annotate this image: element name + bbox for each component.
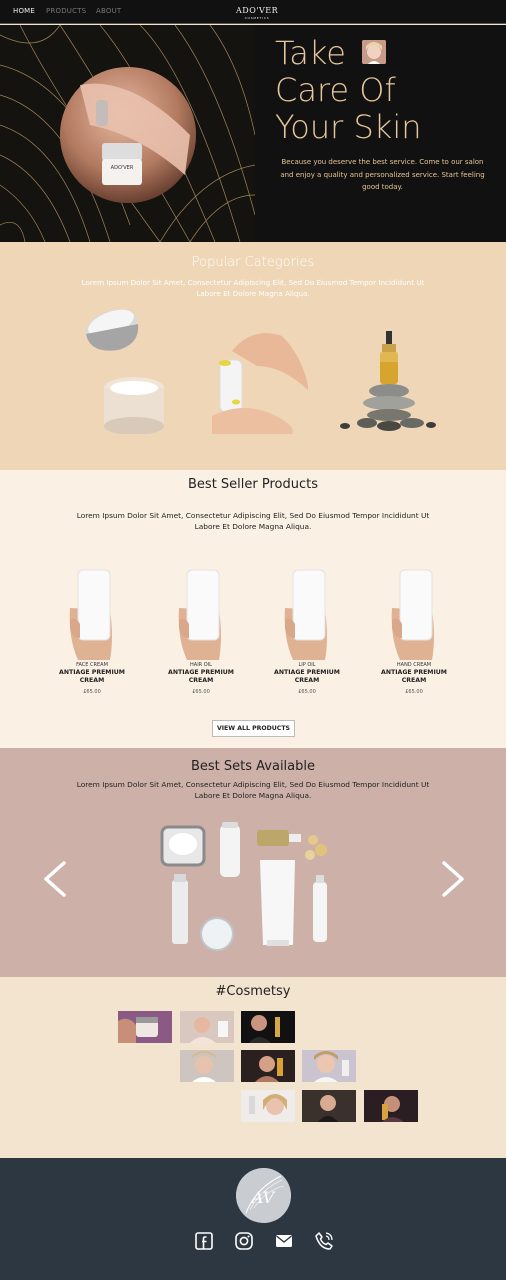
nav-products-link[interactable]: PRODUCTS [46,7,86,15]
product-category: HAIR OIL [190,662,212,668]
gallery-thumbnail[interactable] [364,1090,418,1122]
product-price: £65.00 [83,689,101,695]
model-avatar [362,40,386,64]
product-card[interactable]: FACE CREAM ANTIAGE PREMIUM CREAM £65.00 [58,568,126,695]
cosmetsy-title: #Cosmetsy [215,984,291,999]
top-nav: HOME PRODUCTS ABOUT ADO'VER COSMETICS [0,0,506,24]
chevron-right-icon[interactable] [438,860,468,898]
product-image [284,569,327,660]
instagram-icon[interactable] [234,1231,254,1251]
footer-logo-monogram: AV [250,1188,276,1207]
product-category: FACE CREAM [76,662,108,668]
product-name[interactable]: ANTIAGE PREMIUM CREAM [167,669,235,685]
hero-title-line2: Care Of [275,71,396,109]
product-image [69,569,112,660]
nav-home-link[interactable]: HOME [13,7,35,15]
product-card[interactable]: HAND CREAM ANTIAGE PREMIUM CREAM £65.00 [380,568,448,695]
popular-categories-title: Popular Categories [191,255,315,270]
product-name[interactable]: ANTIAGE PREMIUM CREAM [380,669,448,685]
product-category: LIP OIL [298,662,316,668]
brand-logo[interactable]: ADO'VER COSMETICS [236,6,278,20]
product-price: £65.00 [405,689,423,695]
product-name-line2: CREAM [188,677,214,684]
chevron-left-icon[interactable] [40,860,70,898]
hero-title-line1: Take [275,34,346,72]
product-name-line1: ANTIAGE PREMIUM [274,669,340,676]
best-sets-section: Best Sets Available Lorem Ipsum Dolor Si… [0,748,506,977]
cosmetic-set-image [160,822,327,951]
gallery-thumbnail[interactable] [241,1090,295,1122]
footer: AV [0,1158,506,1280]
product-card[interactable]: HAIR OIL ANTIAGE PREMIUM CREAM £65.00 [167,568,235,695]
facebook-icon[interactable] [194,1231,214,1251]
product-name-line2: CREAM [79,677,105,684]
popular-categories-subtitle: Lorem Ipsum Dolor Sit Amet, Consectetur … [81,278,425,298]
hero-image: ADO'VER [0,25,255,242]
category-cream-jar[interactable] [78,306,173,434]
view-all-products-button[interactable]: VIEW ALL PRODUCTS [212,720,295,737]
popular-categories-section: Popular Categories Lorem Ipsum Dolor Sit… [0,242,506,470]
hero-description: Because you deserve the best service. Co… [280,158,485,191]
product-name-line1: ANTIAGE PREMIUM [168,669,234,676]
gallery-thumbnail[interactable] [118,1011,172,1043]
hero-section: ADO'VER Take Care Of Your Skin Because y… [0,25,506,242]
hero-title: Take Care Of Your Skin [275,35,422,146]
footer-logo[interactable]: AV [236,1168,291,1223]
gallery-thumbnail[interactable] [241,1050,295,1082]
product-name-line2: CREAM [294,677,320,684]
product-category: HAND CREAM [396,662,432,668]
product-name-line1: ANTIAGE PREMIUM [381,669,447,676]
best-sets-subtitle: Lorem Ipsum Dolor Sit Amet, Consectetur … [76,780,430,800]
product-image [391,569,434,660]
product-card[interactable]: LIP OIL ANTIAGE PREMIUM CREAM £65.00 [273,568,341,695]
product-name-line1: ANTIAGE PREMIUM [59,669,125,676]
brand-logo-tagline: COSMETICS [244,16,270,20]
mail-icon[interactable] [274,1231,294,1251]
best-sets-title: Best Sets Available [190,759,315,774]
best-seller-title: Best Seller Products [188,477,318,492]
best-seller-section: Best Seller Products Lorem Ipsum Dolor S… [0,470,506,748]
gallery-thumbnail[interactable] [302,1050,356,1082]
gallery-thumbnail[interactable] [302,1090,356,1122]
product-name[interactable]: ANTIAGE PREMIUM CREAM [273,669,341,685]
jar-label: ADO'VER [111,165,134,171]
category-serum-stones[interactable] [337,331,437,434]
gallery-thumbnail[interactable] [180,1011,234,1043]
product-price: £65.00 [298,689,316,695]
product-price: £65.00 [192,689,210,695]
product-name[interactable]: ANTIAGE PREMIUM CREAM [58,669,126,685]
cosmetsy-gallery-section: #Cosmetsy [0,977,506,1158]
brand-logo-name: ADO'VER [236,6,279,15]
product-image [178,569,221,660]
nav-about-link[interactable]: ABOUT [96,7,121,15]
gallery-thumbnail[interactable] [180,1050,234,1082]
product-name-line2: CREAM [401,677,427,684]
gallery-thumbnail[interactable] [241,1011,295,1043]
hero-title-line3: Your Skin [275,108,422,146]
best-seller-subtitle: Lorem Ipsum Dolor Sit Amet, Consectetur … [76,511,430,531]
category-tube-hands[interactable] [212,326,308,434]
phone-icon[interactable] [314,1231,334,1251]
